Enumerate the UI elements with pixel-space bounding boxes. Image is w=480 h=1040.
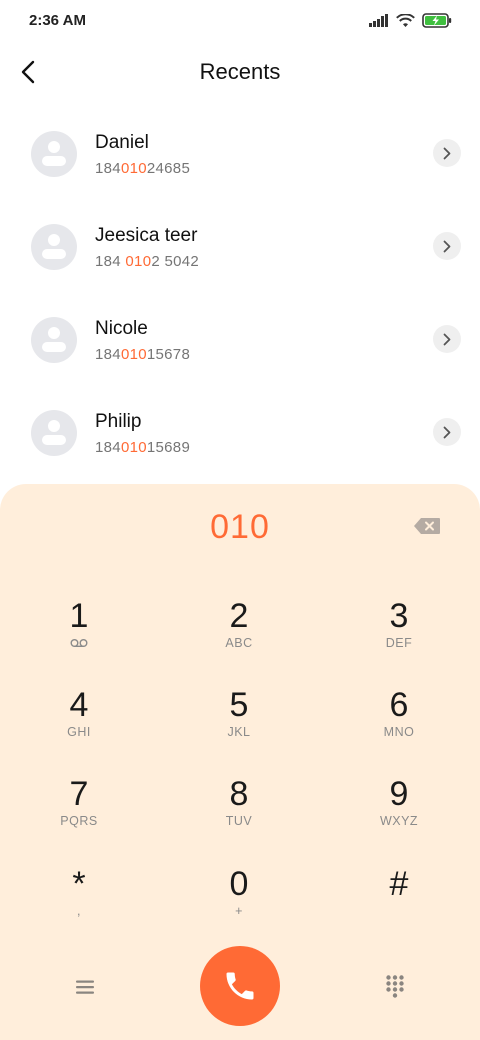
contact-list: Daniel 18401024685 Jeesica teer 184 0102… — [0, 107, 480, 479]
phone-icon — [226, 972, 254, 1000]
menu-icon — [76, 980, 94, 994]
contact-number: 18401024685 — [95, 160, 191, 177]
keypad-icon — [386, 975, 404, 998]
keypad-toggle-button[interactable] — [380, 972, 410, 1002]
menu-button[interactable] — [70, 974, 100, 1000]
dialpad-panel: 010 1 2 ABC 3 DEF 4 GHI 5 JKL 6 MNO 7 PQRS 8 TU… — [0, 484, 480, 1040]
dial-key-8[interactable]: 8 TUV — [174, 774, 304, 854]
backspace-icon — [414, 518, 440, 534]
contact-number: 18401015678 — [95, 346, 191, 363]
chevron-right-icon — [443, 426, 451, 438]
dial-key-0[interactable]: 0 + — [174, 864, 304, 944]
contact-name: Nicole — [95, 318, 148, 339]
contact-number: 18401015689 — [95, 439, 191, 456]
contact-row[interactable]: Jeesica teer 184 0102 5042 — [0, 200, 480, 293]
dial-key-4[interactable]: 4 GHI — [14, 685, 144, 765]
number-match-highlight: 010 — [125, 253, 152, 270]
voicemail-icon — [70, 639, 88, 648]
avatar — [31, 224, 77, 270]
dial-key-star[interactable]: *, — [14, 864, 144, 944]
contact-details-button[interactable] — [433, 139, 461, 167]
avatar — [31, 131, 77, 177]
number-match-highlight: 010 — [120, 439, 147, 456]
dial-key-2[interactable]: 2 ABC — [174, 596, 304, 676]
status-time: 2:36 AM — [29, 12, 86, 29]
signal-icon — [369, 14, 388, 27]
number-match-highlight: 010 — [120, 160, 147, 177]
battery-charging-icon — [422, 13, 452, 28]
dial-key-5[interactable]: 5 JKL — [174, 685, 304, 765]
avatar — [31, 317, 77, 363]
chevron-right-icon — [443, 240, 451, 252]
contact-row[interactable]: Philip 18401015689 — [0, 386, 480, 479]
contact-name: Jeesica teer — [95, 225, 198, 246]
contact-name: Daniel — [95, 132, 149, 153]
dialed-number[interactable]: 010 — [0, 508, 480, 547]
dial-key-7[interactable]: 7 PQRS — [14, 774, 144, 854]
avatar — [31, 410, 77, 456]
dial-key-9[interactable]: 9 WXYZ — [334, 774, 464, 854]
contact-details-button[interactable] — [433, 232, 461, 260]
app-bar: Recents — [0, 44, 480, 100]
call-button[interactable] — [200, 946, 280, 1026]
status-icons — [369, 13, 452, 28]
backspace-button[interactable] — [412, 514, 442, 538]
contact-details-button[interactable] — [433, 418, 461, 446]
contact-number: 184 0102 5042 — [95, 253, 200, 270]
dial-key-hash[interactable]: # — [334, 864, 464, 944]
chevron-right-icon — [443, 333, 451, 345]
wifi-icon — [396, 13, 415, 27]
page-title: Recents — [199, 59, 281, 84]
dial-key-3[interactable]: 3 DEF — [334, 596, 464, 676]
number-match-highlight: 010 — [120, 346, 147, 363]
contact-row[interactable]: Daniel 18401024685 — [0, 107, 480, 200]
dial-key-1[interactable]: 1 — [14, 596, 144, 676]
status-bar: 2:36 AM — [0, 0, 480, 44]
contact-row[interactable]: Nicole 18401015678 — [0, 293, 480, 386]
contact-name: Philip — [95, 411, 142, 432]
dial-key-6[interactable]: 6 MNO — [334, 685, 464, 765]
chevron-right-icon — [443, 147, 451, 159]
contact-details-button[interactable] — [433, 325, 461, 353]
